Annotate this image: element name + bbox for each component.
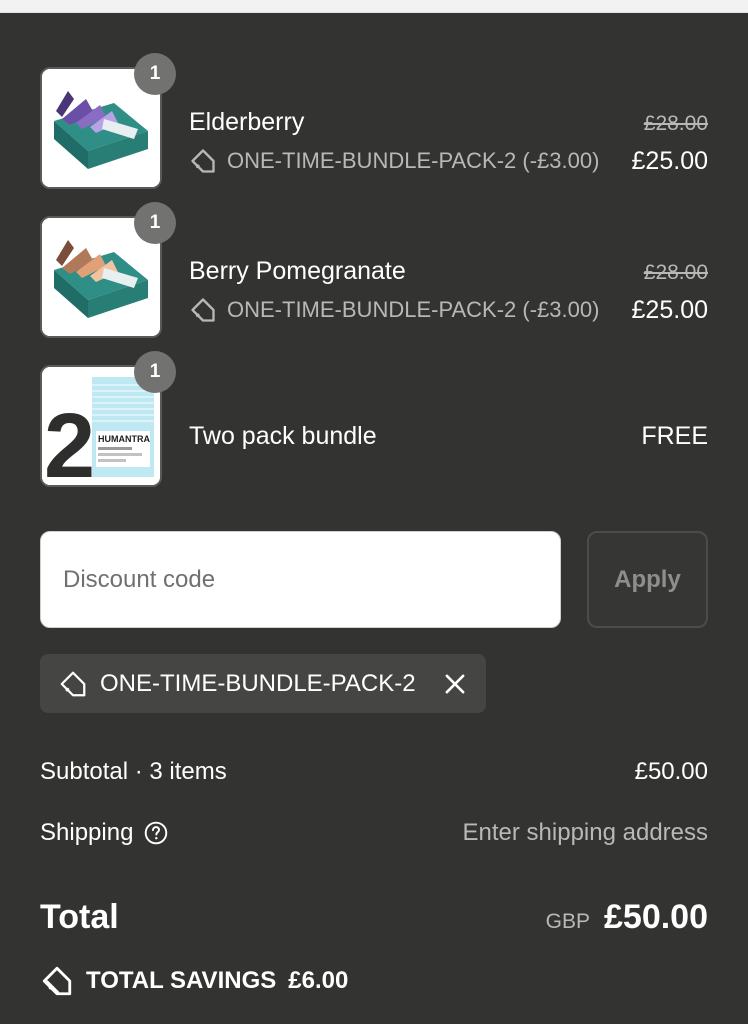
product-name: Berry Pomegranate [189, 257, 406, 285]
price: £25.00 [631, 147, 708, 175]
shipping-label-text: Shipping [40, 819, 134, 846]
price: £25.00 [631, 296, 708, 324]
remove-discount-close-icon[interactable] [441, 670, 469, 698]
quantity-badge: 1 [134, 351, 176, 393]
discount-code-input[interactable]: Discount code [40, 531, 561, 628]
quantity-badge: 1 [134, 202, 176, 244]
subtotal-value: £50.00 [634, 758, 708, 785]
item-discount: ONE-TIME-BUNDLE-PACK-2 (-£3.00) [189, 147, 599, 175]
original-price: £28.00 [643, 261, 708, 284]
applied-code-text: ONE-TIME-BUNDLE-PACK-2 [100, 669, 416, 697]
savings-label: TOTAL SAVINGS [86, 967, 277, 994]
price: FREE [641, 422, 708, 450]
order-summary-panel: 1 Elderberry ONE-TIME-BUNDLE-PACK-2 (-£3… [0, 13, 748, 1024]
bundle-brand-text: HUMANTRA [98, 434, 150, 444]
subtotal-label-text: Subtotal · 3 items [40, 758, 227, 785]
line-item: 1 Berry Pomegranate ONE-TIME-BUNDLE-PACK… [0, 202, 748, 340]
item-discount-text: ONE-TIME-BUNDLE-PACK-2 (-£3.00) [227, 297, 600, 322]
total-label: Total [40, 898, 119, 936]
help-question-icon[interactable] [143, 820, 169, 846]
tag-icon [60, 671, 86, 696]
savings-tag-icon [42, 966, 72, 996]
applied-discount-chip: ONE-TIME-BUNDLE-PACK-2 [40, 654, 486, 713]
apply-button[interactable]: Apply [587, 531, 708, 628]
line-item: HUMANTRA 2 1 Two pack bundle FREE [0, 351, 748, 489]
top-strip [0, 0, 748, 13]
original-price: £28.00 [643, 112, 708, 135]
savings-value: £6.00 [288, 967, 349, 994]
product-name: Elderberry [189, 108, 305, 136]
shipping-label: Shipping [40, 819, 169, 847]
item-discount: ONE-TIME-BUNDLE-PACK-2 (-£3.00) [189, 296, 599, 324]
discount-code-placeholder: Discount code [63, 565, 216, 593]
line-item: 1 Elderberry ONE-TIME-BUNDLE-PACK-2 (-£3… [0, 53, 748, 191]
quantity-badge: 1 [134, 53, 176, 95]
tag-icon [191, 298, 215, 322]
subtotal-label: Subtotal · 3 items [40, 758, 227, 786]
item-discount-text: ONE-TIME-BUNDLE-PACK-2 (-£3.00) [227, 148, 600, 173]
bundle-number-text: 2 [44, 395, 95, 485]
currency-code: GBP [545, 910, 590, 933]
total-savings: TOTAL SAVINGS £6.00 [40, 964, 348, 998]
tag-icon [191, 149, 215, 173]
product-name: Two pack bundle [189, 422, 377, 450]
shipping-value: Enter shipping address [462, 819, 708, 846]
total-value: £50.00 [604, 898, 708, 936]
total-amount: GBP £50.00 [546, 898, 708, 937]
